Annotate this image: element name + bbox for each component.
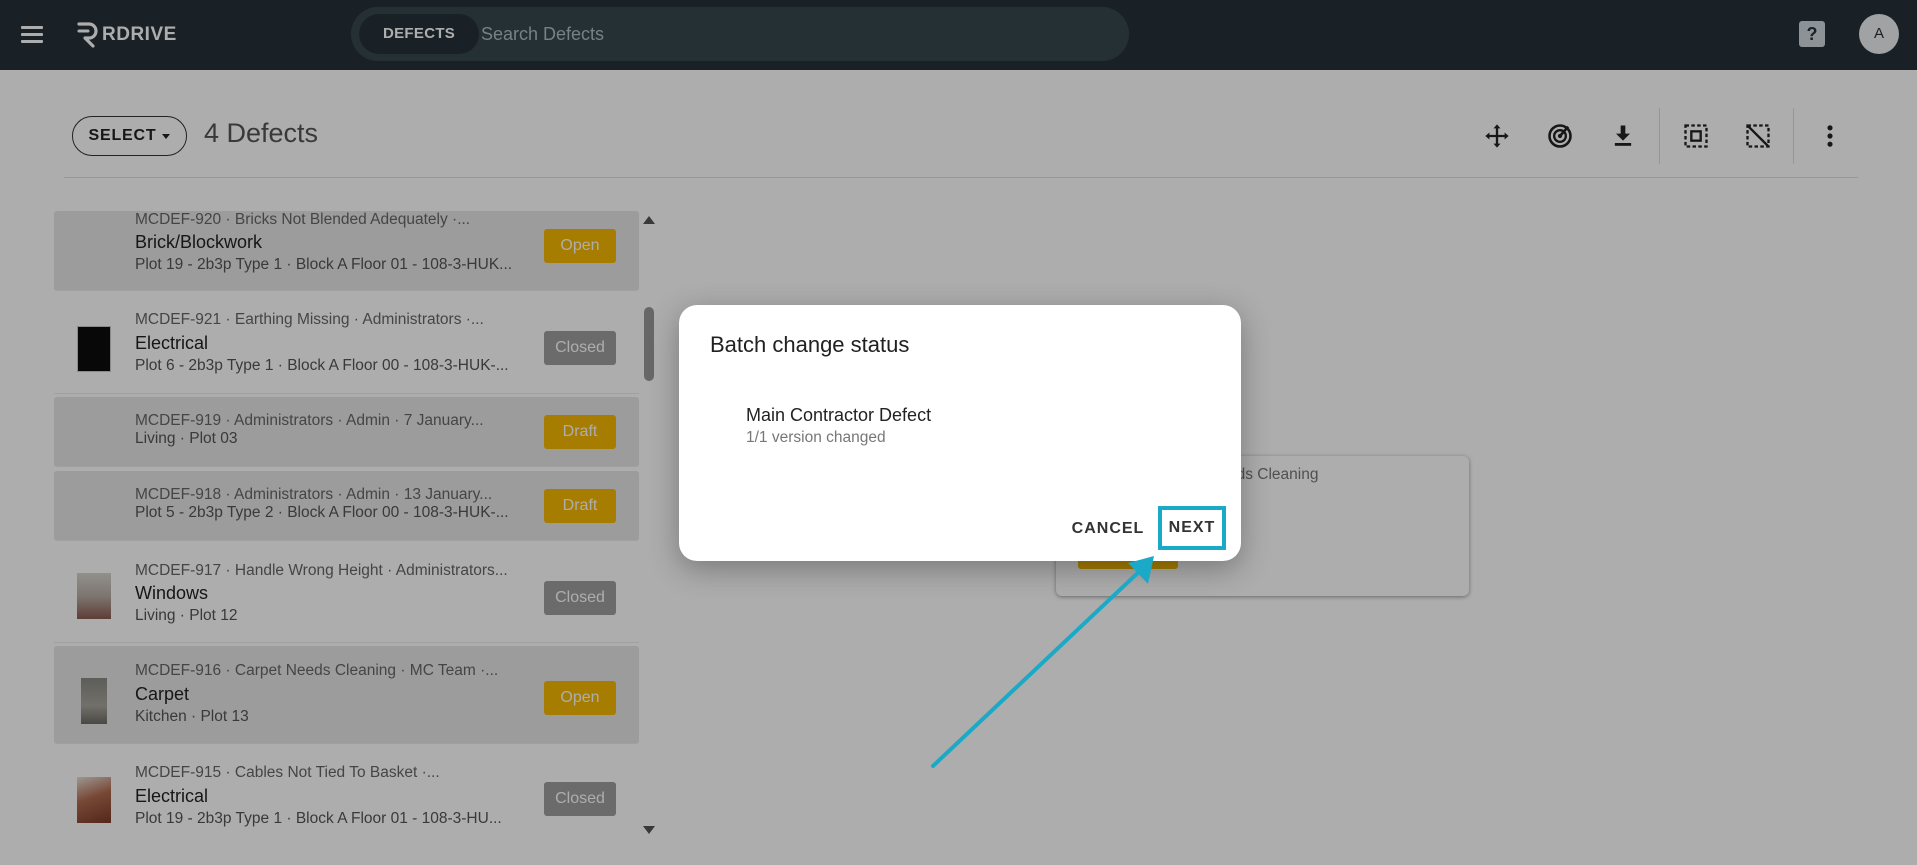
dialog-title: Batch change status bbox=[710, 332, 910, 357]
dialog-item-name: Main Contractor Defect bbox=[746, 405, 932, 425]
dialog-item-sub: 1/1 version changed bbox=[746, 429, 886, 446]
batch-change-status-dialog: Batch change status Main Contractor Defe… bbox=[679, 305, 1241, 561]
cancel-button[interactable]: CANCEL bbox=[1067, 512, 1149, 546]
next-button[interactable]: NEXT bbox=[1158, 506, 1226, 550]
